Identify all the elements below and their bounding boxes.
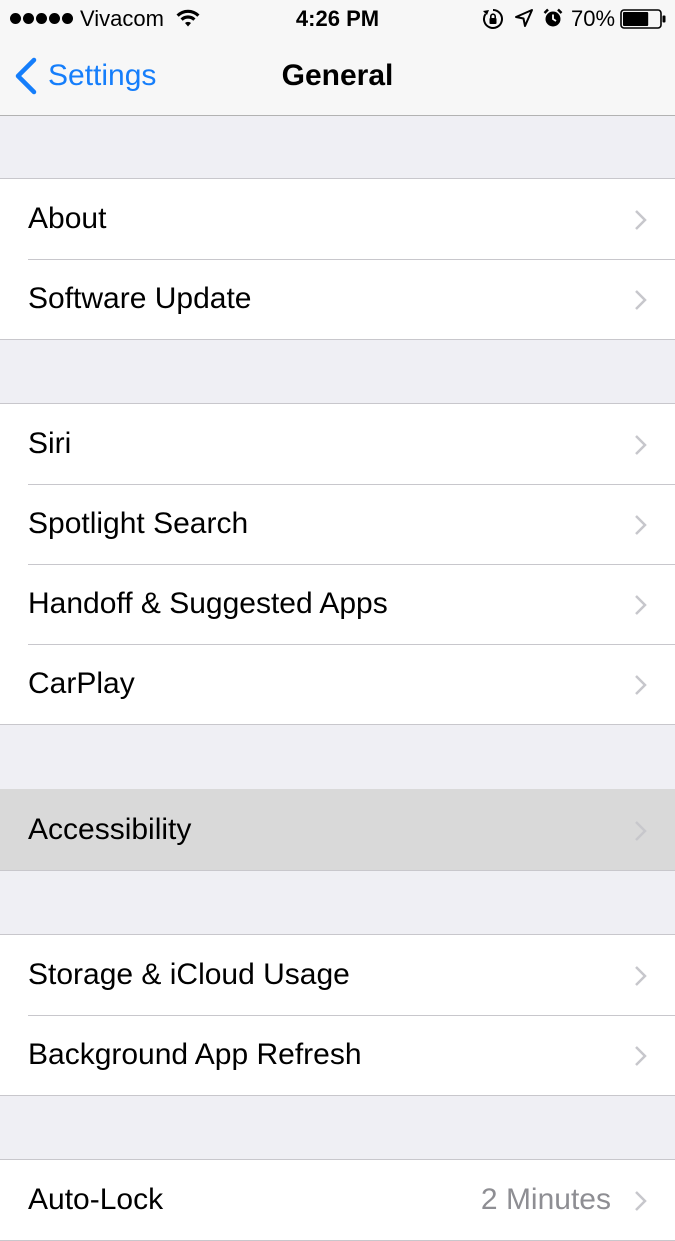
chevron-right-icon (635, 210, 647, 230)
battery-percentage: 70% (571, 6, 616, 31)
list-item-background-refresh[interactable]: Background App Refresh (0, 1015, 675, 1095)
list-item-spotlight-search[interactable]: Spotlight Search (0, 484, 675, 564)
list-item-label: Auto-Lock (28, 1183, 164, 1216)
battery-icon (620, 9, 666, 29)
settings-group: Siri Spotlight Search Handoff & Suggeste… (0, 403, 675, 725)
navigation-bar: Settings General (0, 40, 675, 116)
list-item-handoff[interactable]: Handoff & Suggested Apps (0, 564, 675, 644)
list-item-label: Software Update (28, 282, 252, 315)
location-icon (515, 9, 533, 27)
list-item-storage[interactable]: Storage & iCloud Usage (0, 935, 675, 1015)
list-item-label: Accessibility (28, 813, 192, 846)
settings-group: Auto-Lock 2 Minutes (0, 1159, 675, 1241)
list-item-label: Background App Refresh (28, 1038, 362, 1071)
list-item-about[interactable]: About (0, 179, 675, 259)
list-item-label: Spotlight Search (28, 507, 249, 540)
chevron-right-icon (635, 675, 647, 695)
settings-group: Storage & iCloud Usage Background App Re… (0, 934, 675, 1096)
chevron-right-icon (635, 515, 647, 535)
orientation-lock-icon (483, 9, 503, 29)
chevron-right-icon (635, 821, 647, 841)
chevron-right-icon (635, 1046, 647, 1066)
page-title: General (281, 59, 394, 92)
list-item-software-update[interactable]: Software Update (0, 259, 675, 339)
list-item-auto-lock[interactable]: Auto-Lock 2 Minutes (0, 1160, 675, 1240)
chevron-right-icon (635, 435, 647, 455)
list-item-label: Storage & iCloud Usage (28, 958, 350, 991)
chevron-right-icon (635, 290, 647, 310)
status-bar: Vivacom 4:26 PM 70% (0, 0, 675, 40)
list-item-label: CarPlay (28, 667, 135, 700)
list-item-value: 2 Minutes (480, 1183, 611, 1216)
list-item-label: Siri (28, 427, 72, 460)
list-item-label: Handoff & Suggested Apps (28, 587, 388, 620)
chevron-right-icon (635, 966, 647, 986)
settings-group: About Software Update (0, 178, 675, 340)
settings-group: Accessibility (0, 789, 675, 871)
chevron-right-icon (635, 1191, 647, 1211)
list-item-carplay[interactable]: CarPlay (0, 644, 675, 724)
list-item-label: About (28, 202, 107, 235)
list-item-siri[interactable]: Siri (0, 404, 675, 484)
list-item-accessibility[interactable]: Accessibility (0, 790, 675, 870)
alarm-icon (543, 8, 563, 27)
chevron-right-icon (635, 595, 647, 615)
